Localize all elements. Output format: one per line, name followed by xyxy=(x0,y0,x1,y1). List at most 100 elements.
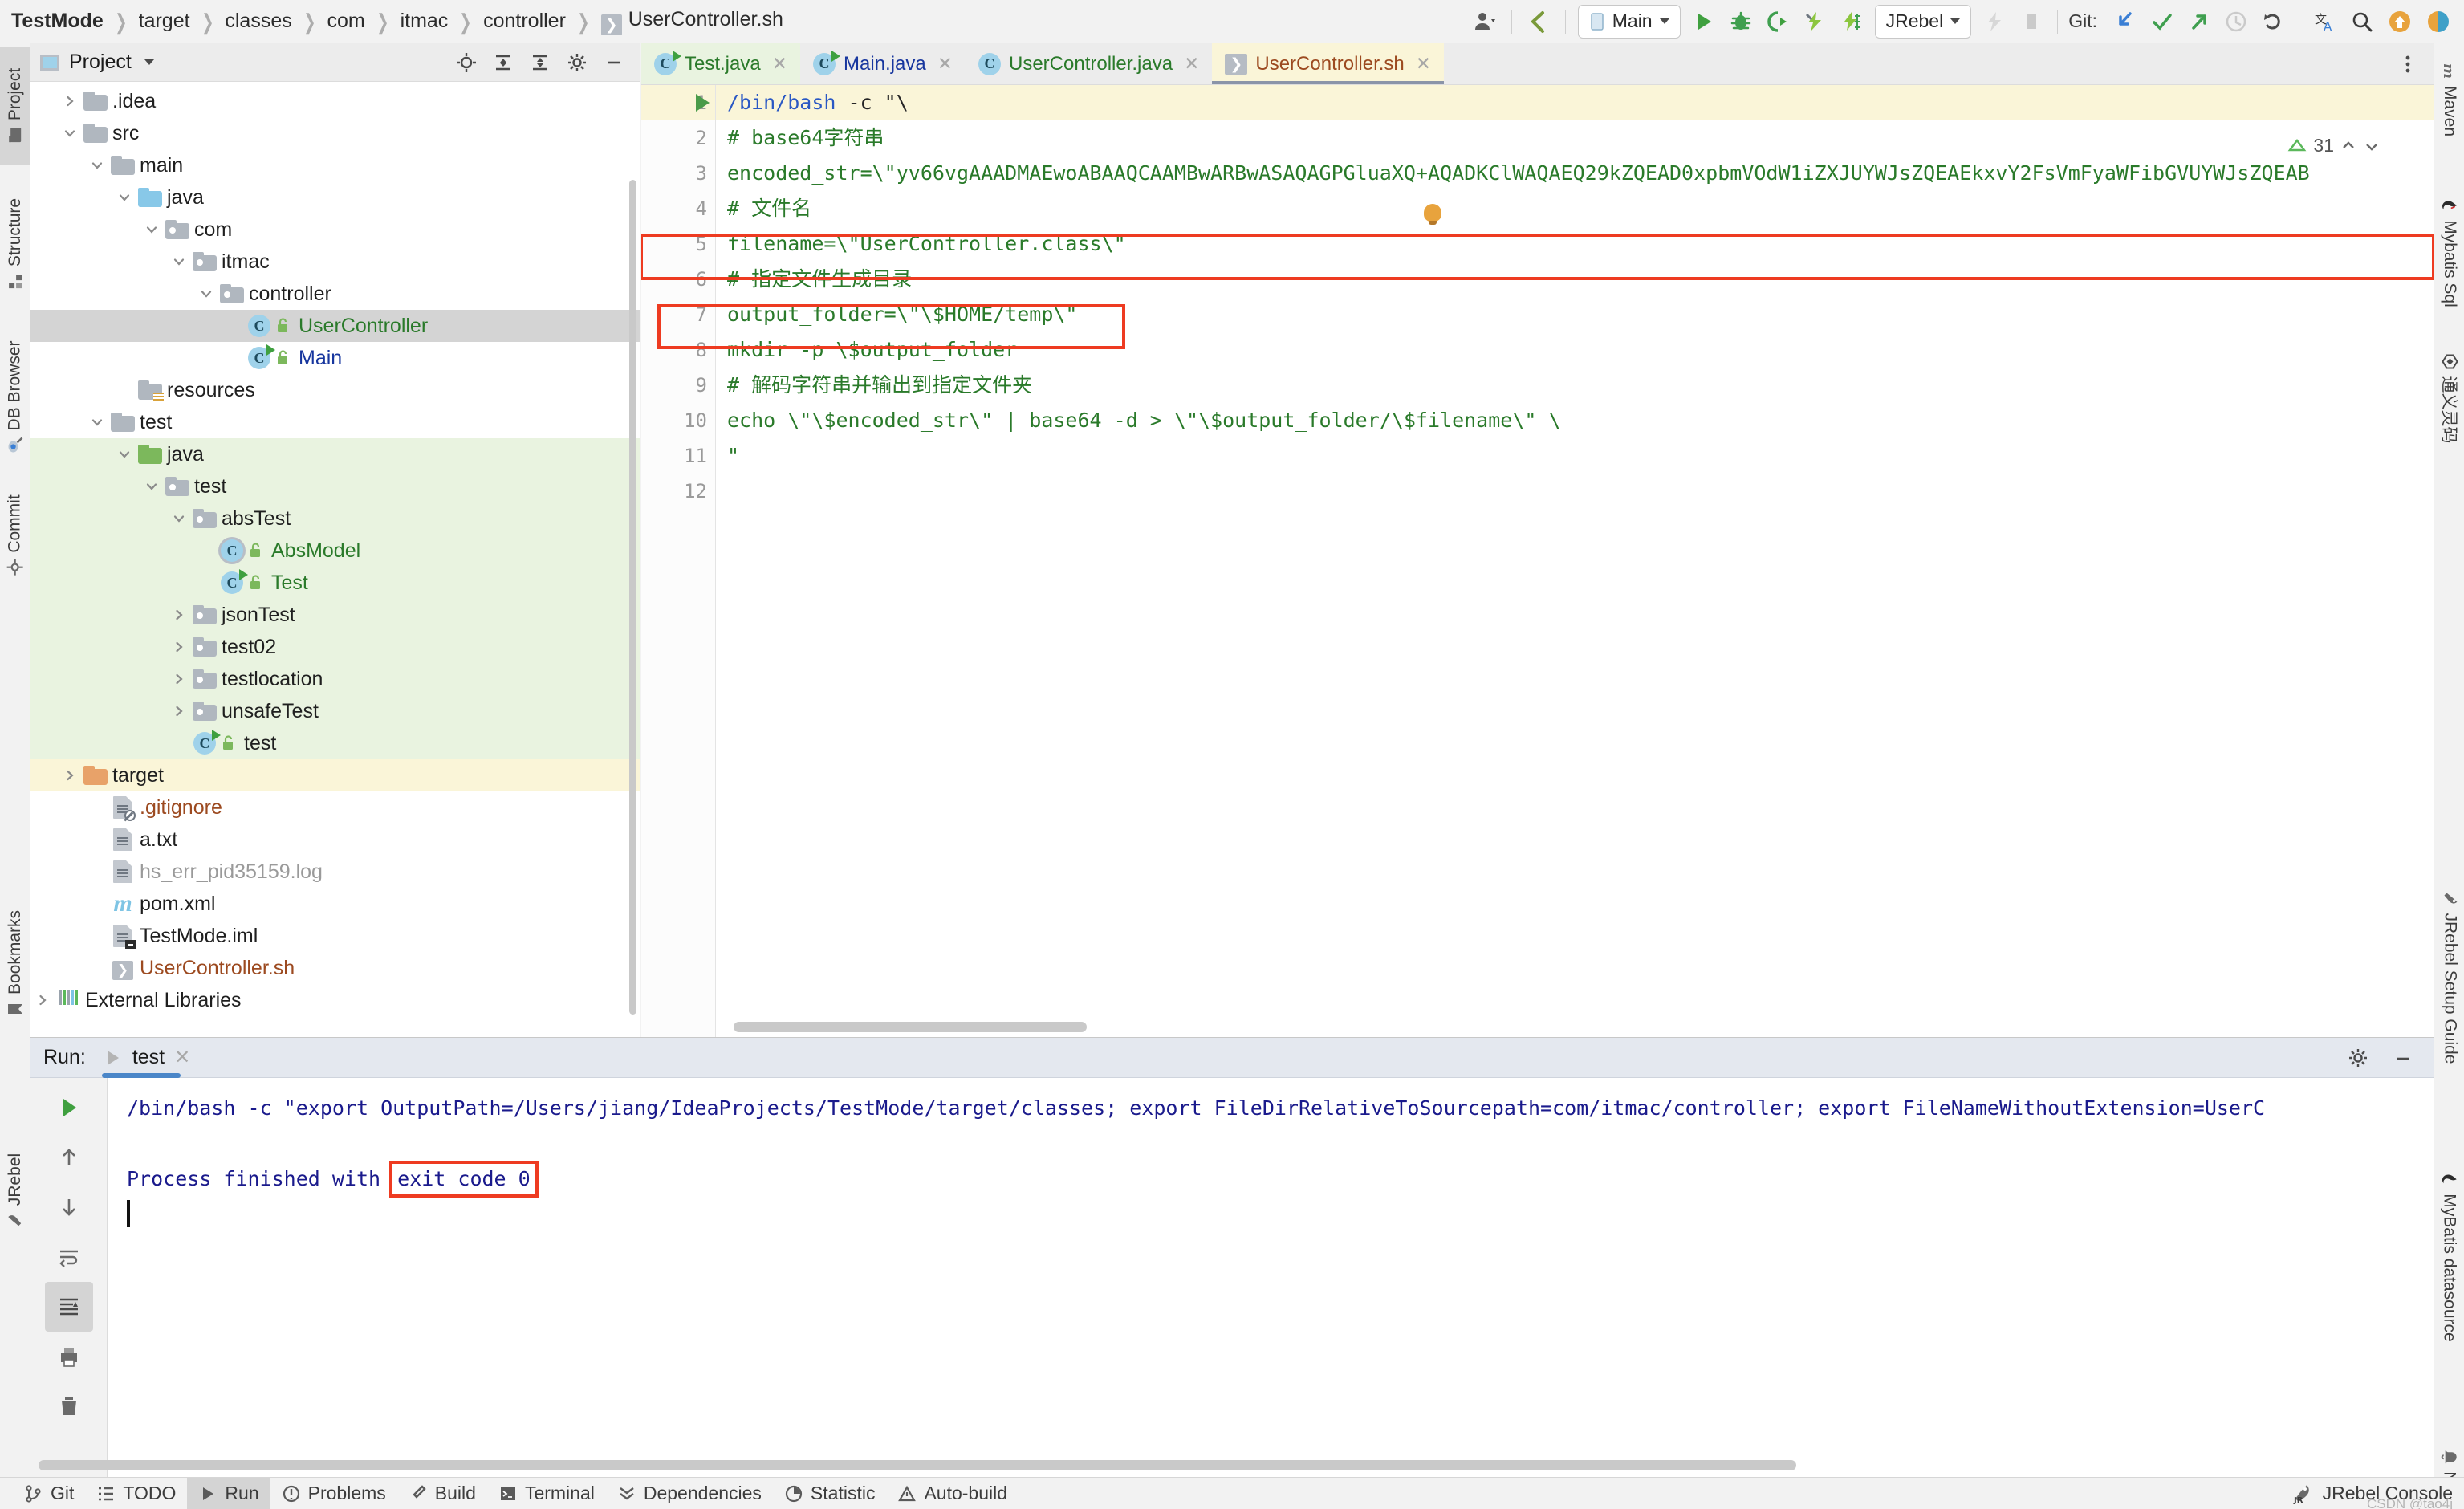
tree-twisty[interactable] xyxy=(167,254,191,270)
tree-node-controller[interactable]: controller xyxy=(30,278,640,310)
search-everywhere-icon[interactable] xyxy=(2344,4,2381,39)
tree-node-usercontroller[interactable]: C UserController xyxy=(30,310,640,342)
editor-tab-main-java[interactable]: C Main.java ✕ xyxy=(800,43,966,84)
tree-node-com[interactable]: com xyxy=(30,214,640,246)
left-tool-bookmarks[interactable]: Bookmarks xyxy=(0,894,30,1033)
editor-options-icon[interactable] xyxy=(2390,47,2425,82)
up-stack-icon[interactable] xyxy=(45,1133,93,1182)
tree-node-pom-xml[interactable]: m pom.xml xyxy=(30,888,640,920)
code-editor[interactable]: 1 2 3 4 5 6 7 8 9 10 11 12 /bin/bash -c "\ # base64字… xyxy=(641,85,2434,1037)
settings-gear-icon[interactable] xyxy=(2340,1040,2376,1076)
chevron-down-icon[interactable] xyxy=(198,286,214,302)
right-tool-4[interactable]: MyBatis datasource xyxy=(2434,1125,2464,1387)
tree-node-java[interactable]: java xyxy=(30,181,640,214)
tree-node--gitignore[interactable]: .gitignore xyxy=(30,791,640,824)
locate-icon[interactable] xyxy=(449,45,484,80)
clear-all-icon[interactable] xyxy=(45,1381,93,1431)
code-line[interactable]: " xyxy=(716,438,2434,474)
soft-wrap-icon[interactable] xyxy=(45,1232,93,1282)
chevron-right-icon[interactable] xyxy=(62,93,78,109)
tree-node-external-libraries[interactable]: External Libraries xyxy=(30,984,640,1016)
tree-twisty[interactable] xyxy=(167,703,191,719)
code-line[interactable]: encoded_str=\"yv66vgAAADMAEwoABAAQCAAMBw… xyxy=(716,156,2434,191)
left-tool-structure[interactable]: Structure xyxy=(0,174,30,313)
status-item-todo[interactable]: TODO xyxy=(85,1478,187,1509)
code-line[interactable]: # 指定文件生成目录 xyxy=(716,262,2434,297)
chevron-down-icon[interactable] xyxy=(2363,137,2381,155)
run-configuration-selector[interactable]: Main xyxy=(1577,4,1681,39)
close-icon[interactable]: ✕ xyxy=(937,53,953,75)
tree-node-unsafetest[interactable]: unsafeTest xyxy=(30,695,640,727)
tree-node-resources[interactable]: resources xyxy=(30,374,640,406)
tree-twisty[interactable] xyxy=(58,767,82,783)
status-item-problems[interactable]: Problems xyxy=(270,1478,397,1509)
tree-node-testlocation[interactable]: testlocation xyxy=(30,663,640,695)
run-with-coverage-icon[interactable] xyxy=(1759,4,1796,39)
jrebel-debug-icon[interactable] xyxy=(1833,4,1870,39)
code-line[interactable]: mkdir -p \$output_folder xyxy=(716,332,2434,368)
status-item-auto-build[interactable]: Auto-build xyxy=(886,1478,1019,1509)
gutter-run-icon[interactable] xyxy=(696,94,710,112)
left-tool-db-browser[interactable]: DB Browser xyxy=(0,323,30,472)
tree-twisty[interactable] xyxy=(167,639,191,655)
chevron-right-icon[interactable] xyxy=(171,607,187,623)
right-tool-3[interactable]: JRebel Setup Guide xyxy=(2434,846,2464,1108)
tree-twisty[interactable] xyxy=(167,607,191,623)
tree-node-hs-err-pid35159-log[interactable]: hs_err_pid35159.log xyxy=(30,856,640,888)
chevron-right-icon[interactable] xyxy=(62,767,78,783)
expand-all-icon[interactable] xyxy=(486,45,521,80)
code-line[interactable]: echo \"\$encoded_str\" | base64 -d > \"\… xyxy=(716,403,2434,438)
git-commit-icon[interactable] xyxy=(2144,4,2181,39)
status-item-terminal[interactable]: Terminal xyxy=(487,1478,606,1509)
tree-node-itmac[interactable]: itmac xyxy=(30,246,640,278)
tree-twisty[interactable] xyxy=(85,157,109,173)
chevron-right-icon[interactable] xyxy=(171,703,187,719)
run-icon[interactable] xyxy=(1685,4,1722,39)
chevron-down-icon[interactable] xyxy=(144,59,154,65)
rerun-icon[interactable] xyxy=(45,1083,93,1133)
tree-twisty[interactable] xyxy=(167,671,191,687)
editor-tab-test-java[interactable]: C Test.java ✕ xyxy=(641,43,800,84)
tree-node-testmode-iml[interactable]: TestMode.iml xyxy=(30,920,640,952)
code-line[interactable]: # 文件名 xyxy=(716,191,2434,226)
down-stack-icon[interactable] xyxy=(45,1182,93,1232)
tree-node-java[interactable]: java xyxy=(30,438,640,470)
code-line[interactable]: output_folder=\"\$HOME/temp\" xyxy=(716,297,2434,332)
tree-node--idea[interactable]: .idea xyxy=(30,85,640,117)
collapse-all-icon[interactable] xyxy=(522,45,558,80)
tree-node-test[interactable]: Ctest xyxy=(30,727,640,759)
tree-twisty[interactable] xyxy=(194,286,218,302)
code-line[interactable]: /bin/bash -c "\ xyxy=(716,85,2434,120)
tree-node-test[interactable]: test xyxy=(30,470,640,502)
chevron-down-icon[interactable] xyxy=(89,157,105,173)
status-item-build[interactable]: Build xyxy=(397,1478,487,1509)
right-tool-1[interactable]: Mybatis Sql xyxy=(2434,163,2464,340)
status-item-run[interactable]: Run xyxy=(187,1477,270,1509)
breadcrumb-item-3[interactable]: com xyxy=(327,10,365,33)
editor-error-count[interactable]: 31 xyxy=(2287,135,2381,157)
close-icon[interactable]: ✕ xyxy=(772,53,787,75)
status-item-dependencies[interactable]: Dependencies xyxy=(606,1478,773,1509)
tree-node-main[interactable]: main xyxy=(30,149,640,181)
tree-node-a-txt[interactable]: a.txt xyxy=(30,824,640,856)
breadcrumb-item-2[interactable]: classes xyxy=(225,10,291,33)
git-push-icon[interactable] xyxy=(2181,4,2218,39)
left-tool-commit[interactable]: Commit xyxy=(0,482,30,589)
tree-twisty[interactable] xyxy=(140,222,164,238)
intention-bulb-icon[interactable] xyxy=(1424,204,1441,225)
right-tool-0[interactable]: m Maven xyxy=(2434,47,2464,152)
tree-twisty[interactable] xyxy=(140,478,164,494)
tree-twisty[interactable] xyxy=(58,93,82,109)
left-tool-jrebel[interactable]: JRebel xyxy=(0,1137,30,1245)
status-item-git[interactable]: Git xyxy=(13,1478,85,1509)
settings-gear-icon[interactable] xyxy=(559,45,595,80)
chevron-down-icon[interactable] xyxy=(116,446,132,462)
debug-icon[interactable] xyxy=(1722,4,1759,39)
tree-node-test02[interactable]: test02 xyxy=(30,631,640,663)
breadcrumb-item-1[interactable]: target xyxy=(139,10,190,33)
notification-icon[interactable] xyxy=(2381,4,2419,39)
chevron-down-icon[interactable] xyxy=(144,478,160,494)
user-dropdown-icon[interactable] xyxy=(1466,4,1504,39)
tree-node-src[interactable]: src xyxy=(30,117,640,149)
chevron-down-icon[interactable] xyxy=(62,125,78,141)
